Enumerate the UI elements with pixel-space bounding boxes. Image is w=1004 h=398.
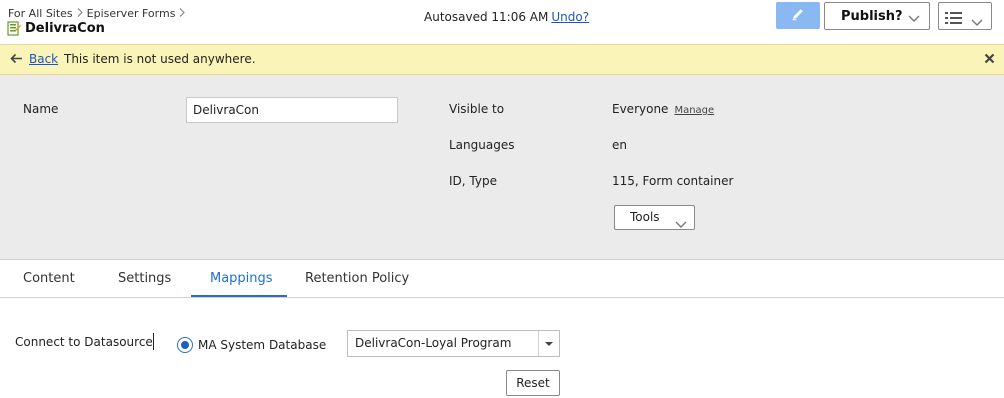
close-icon[interactable] — [984, 53, 995, 67]
id-type-value: 115, Form container — [612, 174, 734, 188]
tools-button[interactable]: Tools — [614, 205, 695, 230]
name-label: Name — [23, 102, 59, 116]
top-header: For All Sites Episerver Forms DelivraCon… — [0, 0, 1004, 44]
list-icon — [945, 10, 963, 29]
notification-bar: Back This item is not used anywhere. — [0, 44, 1004, 75]
manage-link[interactable]: Manage — [674, 105, 714, 116]
ma-system-database-label[interactable]: MA System Database — [198, 338, 326, 352]
chevron-down-icon — [675, 214, 687, 237]
form-icon — [7, 21, 21, 36]
visible-to-value-group: Everyone Manage — [612, 102, 714, 116]
id-type-label: ID, Type — [449, 174, 497, 188]
connect-datasource-label: Connect to Datasource — [15, 335, 153, 349]
select-divider — [538, 331, 539, 356]
datasource-select-value: DelivraCon-Loyal Program — [355, 336, 512, 350]
options-menu-button[interactable] — [938, 2, 992, 30]
text-cursor — [153, 333, 154, 350]
back-link[interactable]: Back — [29, 52, 58, 66]
chevron-down-icon — [971, 12, 983, 31]
breadcrumb-item-episerver-forms[interactable]: Episerver Forms — [87, 7, 176, 20]
autosave-text: Autosaved 11:06 AM — [424, 10, 549, 24]
page-title: DelivraCon — [25, 21, 105, 36]
radio-selected-dot — [181, 341, 189, 349]
breadcrumb: For All Sites Episerver Forms — [8, 7, 189, 20]
datasource-select[interactable]: DelivraCon-Loyal Program — [347, 330, 560, 357]
properties-panel: Name DelivraCon Visible to Everyone Manag… — [0, 75, 1004, 260]
languages-value: en — [612, 138, 627, 152]
edit-button[interactable] — [776, 2, 820, 29]
caret-down-icon — [545, 342, 553, 346]
notice-message: This item is not used anywhere. — [64, 52, 256, 66]
ma-system-database-radio[interactable] — [177, 337, 193, 353]
tab-settings[interactable]: Settings — [118, 271, 171, 286]
tab-content[interactable]: Content — [23, 271, 75, 286]
publish-label: Publish? — [841, 8, 903, 24]
content-title: DelivraCon — [7, 21, 105, 36]
languages-label: Languages — [449, 138, 515, 152]
chevron-down-icon — [908, 12, 920, 27]
chevron-right-icon — [179, 7, 186, 20]
undo-link[interactable]: Undo? — [551, 10, 589, 24]
publish-button[interactable]: Publish? — [824, 2, 930, 30]
breadcrumb-item-all-sites[interactable]: For All Sites — [8, 7, 73, 20]
tab-retention-policy[interactable]: Retention Policy — [305, 271, 409, 286]
reset-button[interactable]: Reset — [506, 370, 560, 396]
tab-bar: Content Settings Mappings Retention Poli… — [0, 261, 1004, 298]
pencil-icon — [790, 6, 806, 26]
tools-label: Tools — [630, 210, 660, 224]
autosave-status: Autosaved 11:06 AM Undo? — [424, 10, 589, 24]
active-tab-indicator — [191, 295, 287, 297]
visible-to-label: Visible to — [449, 102, 505, 116]
name-input[interactable]: DelivraCon — [186, 97, 398, 123]
visible-to-value: Everyone — [612, 102, 669, 116]
arrow-left-icon[interactable] — [10, 53, 23, 67]
tab-mappings[interactable]: Mappings — [210, 271, 273, 286]
chevron-right-icon — [77, 7, 83, 20]
